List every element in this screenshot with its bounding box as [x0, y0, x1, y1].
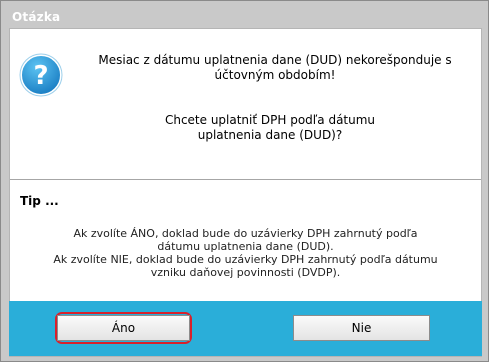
- message-line-1: Mesiac z dátumu uplatnenia dane (DUD) ne…: [98, 53, 452, 67]
- no-button[interactable]: Nie: [293, 315, 430, 341]
- tip-title: Tip ...: [20, 194, 59, 208]
- message-line-2: účtovným obdobím!: [214, 68, 336, 82]
- tip-text: Ak zvolíte ÁNO, doklad bude do uzávierky…: [10, 227, 481, 279]
- question-line-1: Chcete uplatniť DPH podľa dátumu: [164, 113, 376, 127]
- tip-line-4: vzniku daňovej povinnosti (DVDP).: [150, 266, 341, 279]
- tip-line-3: Ak zvolíte NIE, doklad bude do uzávierky…: [53, 253, 438, 266]
- message-text: Mesiac z dátumu uplatnenia dane (DUD) ne…: [80, 53, 470, 83]
- svg-text:?: ?: [33, 61, 48, 91]
- button-bar: Áno Nie: [9, 301, 482, 356]
- question-icon: ?: [19, 53, 63, 97]
- dialog-window: Otázka ? Mesiac z dátumu uplatnenia dane…: [0, 0, 489, 362]
- tip-line-1: Ak zvolíte ÁNO, doklad bude do uzávierky…: [73, 227, 418, 240]
- tip-line-2: dátumu uplatnenia dane (DUD).: [157, 240, 334, 253]
- yes-button[interactable]: Áno: [57, 315, 190, 341]
- question-text: Chcete uplatniť DPH podľa dátumu uplatne…: [120, 113, 420, 143]
- dialog-title: Otázka: [12, 10, 61, 24]
- title-bar[interactable]: Otázka: [1, 1, 488, 29]
- divider: [10, 179, 481, 180]
- question-line-2: uplatnenia dane (DUD)?: [197, 128, 343, 142]
